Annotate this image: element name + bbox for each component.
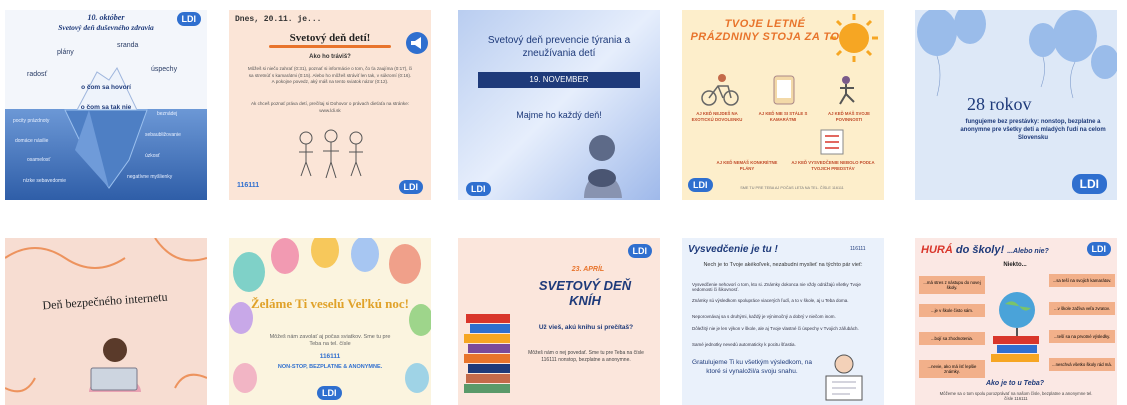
bullet-4: Dôležitý nie je len výkon v škole, ale a… xyxy=(692,326,859,331)
post-subtitle: Ako ho tráviš? xyxy=(309,54,351,60)
word-self-harm: sebaubližovanie xyxy=(145,132,181,138)
word-anxiety: úzkosť xyxy=(145,153,160,159)
children-illustration xyxy=(299,129,363,179)
ldi-logo: LDI xyxy=(466,182,491,196)
post-tagline: Majme ho každý deň! xyxy=(516,110,602,120)
word-plany: plány xyxy=(57,49,74,56)
book-stack-illustration xyxy=(464,314,510,393)
arrow-left-2: ...je v škole čisto sám. xyxy=(919,304,985,317)
post-summer-holidays[interactable]: TVOJE LETNÉ PRÁZDNINY STOJA ZA TO AJ KEĎ… xyxy=(682,10,884,200)
item-friends: AJ KEĎ NIE SI STÁLE S KAMARÁTMI xyxy=(758,111,808,122)
title-rest: do školy! xyxy=(955,244,1005,256)
title-prefix: HURÁ xyxy=(921,244,953,256)
post-outro: Gratulujeme Ti ku všetkým výsledkom, na … xyxy=(692,359,812,375)
label-spoken: o čom sa hovorí xyxy=(81,84,131,91)
helpline-number: 116111 xyxy=(850,246,866,252)
bullet-2: Známky sú výsledkom spolupráce viacerých… xyxy=(692,298,849,303)
post-safer-internet-day[interactable]: Deň bezpečného internetu xyxy=(5,238,207,405)
word-emptiness: pocity prázdnoty xyxy=(13,118,50,124)
helpline-number: 116111 xyxy=(237,182,260,189)
bullet-3: Neporovnávaj sa s druhými, každý je výni… xyxy=(692,314,836,319)
post-title: TVOJE LETNÉ PRÁZDNINY STOJA ZA TO xyxy=(690,18,840,43)
label-unspoken: o čom sa tak nie xyxy=(80,104,132,111)
post-footer: SME TU PRE TEBA AJ POČAS LETA NA TEL. ČÍ… xyxy=(740,186,844,190)
ldi-logo: LDI xyxy=(688,178,713,192)
arrow-left-3: ...bojí sa zhodnotenia. xyxy=(919,332,985,345)
word-low-self-esteem: nízke sebavedomie xyxy=(23,178,67,184)
word-radost: radosť xyxy=(27,71,48,78)
item-plans: AJ KEĎ NEMÁŠ KONKRÉTNE PLÁNY xyxy=(716,160,778,171)
ldi-logo: LDI xyxy=(398,180,423,194)
word-negative-thoughts: negatívne myšlienky xyxy=(127,174,173,180)
post-date: 23. APRÍL xyxy=(571,266,605,273)
word-uspechy: úspechy xyxy=(151,66,178,73)
post-28-years[interactable]: 28 rokov fungujeme bez prestávky: nonsto… xyxy=(915,10,1117,200)
post-title: 28 rokov xyxy=(967,94,1032,114)
post-body: Môžeš nám o nej povedať. Sme tu pre Teba… xyxy=(528,350,644,363)
post-footer: Môžeme sa o tom spolu porozprávať na naš… xyxy=(939,391,1093,401)
post-mental-health-day[interactable]: 10. október Svetový deň duševného zdravi… xyxy=(5,10,207,200)
ldi-logo: LDI xyxy=(627,244,652,258)
word-hopelessness: beznádej xyxy=(157,111,178,117)
phone-illustration xyxy=(773,75,795,105)
post-footer: NON-STOP, BEZPLATNE & ANONYMNE. xyxy=(277,364,383,370)
exercise-illustration xyxy=(839,76,855,105)
post-title: Svetový deň detí! xyxy=(289,32,371,44)
word-loneliness: osamelosť xyxy=(27,157,51,163)
post-abuse-prevention-day[interactable]: Svetový deň prevencie týrania a zneužíva… xyxy=(458,10,660,200)
word-sranda: sranda xyxy=(117,42,139,49)
ldi-logo: LDI xyxy=(1071,174,1107,194)
niekto-label: Niekto... xyxy=(1003,262,1027,268)
post-childrens-day[interactable]: Dnes, 20.11. je... Svetový deň detí! Ako… xyxy=(229,10,431,200)
ldi-logo: LDI xyxy=(317,386,342,400)
post-easter[interactable]: Želáme Ti veselú Veľkú noc! Môžeš nám za… xyxy=(229,238,431,405)
megaphone-icon xyxy=(406,32,428,54)
arrow-right-3: ...teší sa na prvotné výsledky. xyxy=(1049,330,1115,343)
post-report-card[interactable]: Vysvedčenie je tu ! 116111 Nech je to Tv… xyxy=(682,238,884,405)
globe-books-illustration xyxy=(991,292,1039,362)
post-question: Ako je to u Teba? xyxy=(985,380,1045,387)
word-domestic-violence: domáce násilie xyxy=(15,138,49,144)
post-title: SVETOVÝ DEŇ KNÍH xyxy=(538,278,632,308)
easter-eggs-illustration xyxy=(229,238,431,393)
item-report-card: AJ KEĎ VYSVEDČENIE NEBOLO PODĽA TVOJICH … xyxy=(791,160,875,171)
item-exotic: AJ KEĎ NEJDEŠ NA EXOTICKÚ DOVOLENKU xyxy=(691,111,743,122)
checklist-illustration xyxy=(820,129,844,155)
post-book-day[interactable]: LDI 23. APRÍL SVETOVÝ DEŇ KNÍH Už vieš, … xyxy=(458,238,660,405)
post-back-to-school[interactable]: HURÁ do školy! ...Alebo nie? LDI Niekto.… xyxy=(915,238,1117,405)
balloons-illustration xyxy=(917,10,1117,99)
sitting-child-illustration xyxy=(584,135,622,198)
girl-laptop-illustration xyxy=(89,338,141,392)
item-duties: AJ KEĎ MÁŠ SVOJE POVINNOSTI xyxy=(827,111,871,122)
date-badge: 19. NOVEMBER xyxy=(478,72,640,88)
post-body: Môžeš si niečo zahrať (0:31), poznať si … xyxy=(247,66,413,84)
arrow-right-4: ...neschvá všetko školy rád má. xyxy=(1049,358,1115,371)
bicycle-illustration xyxy=(701,74,739,106)
student-illustration xyxy=(825,354,863,401)
post-header: Dnes, 20.11. je... xyxy=(235,15,322,24)
arrow-left-1: ...má stres z nástupu do novej školy. xyxy=(919,276,985,294)
title-underline xyxy=(269,45,391,48)
bullet-1: Vysvedčenie nehovorí o tom, kto si. Znám… xyxy=(692,282,861,292)
helpline-number: 116111 xyxy=(319,353,341,360)
post-body: fungujeme bez prestávky: nonstop, bezpla… xyxy=(960,119,1106,141)
post-intro: Nech je to Tvoje akékoľvek, nezabudni my… xyxy=(703,262,863,268)
bullet-5: Samé jednotky nevedú automaticky k pocit… xyxy=(692,342,796,347)
title-suffix: ...Alebo nie? xyxy=(1007,248,1049,255)
post-title: HURÁ do školy! ...Alebo nie? xyxy=(921,244,1049,256)
post-title: Svetový deň prevencie týrania a zneužíva… xyxy=(487,35,631,59)
post-question: Už vieš, akú knihu si prečítaš? xyxy=(538,324,634,331)
arrow-right-2: ...v škole zažíva veľa zvratov. xyxy=(1049,302,1115,315)
post-body: Môžeš nám zavolať aj počas sviatkov. Sme… xyxy=(269,334,391,347)
post-rights: Ak chceš poznať práva detí, prečítaj si … xyxy=(250,101,410,113)
post-grid: 10. október Svetový deň duševného zdravi… xyxy=(0,0,1127,405)
ldi-logo: LDI xyxy=(1086,242,1111,256)
arrow-left-4: ...nevie, ako má ísť lepšie známky. xyxy=(919,360,985,378)
arrow-right-1: ...sa teší na svojich kamarátov. xyxy=(1049,274,1115,287)
post-title: Vysvedčenie je tu ! xyxy=(688,244,778,255)
post-title: Želáme Ti veselú Veľkú noc! xyxy=(250,296,410,311)
